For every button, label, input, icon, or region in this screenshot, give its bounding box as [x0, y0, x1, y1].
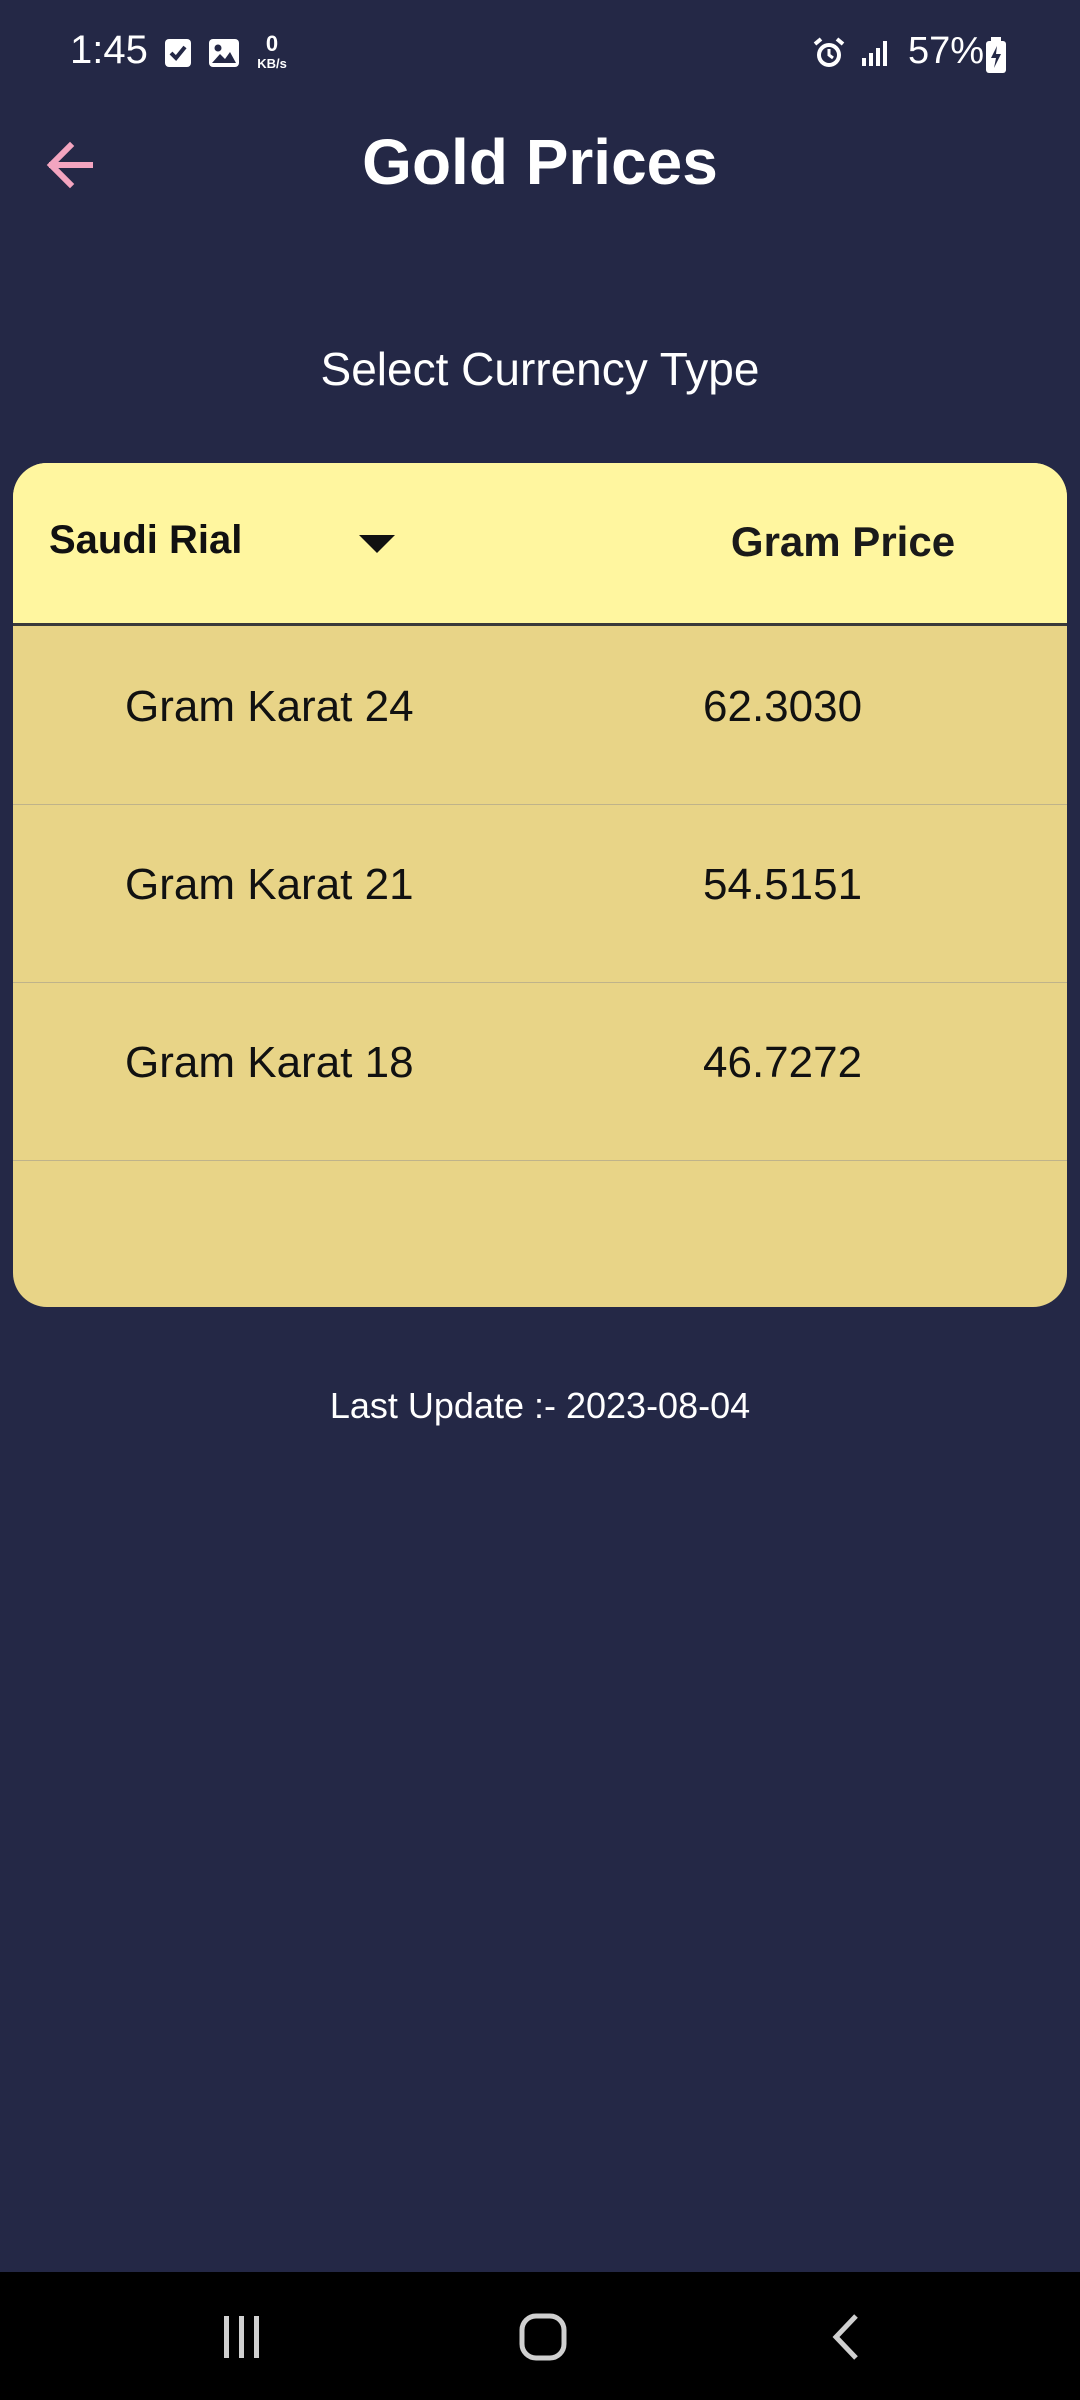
row-price: 62.3030 [703, 682, 863, 731]
row-price: 46.7272 [703, 1038, 863, 1087]
dropdown-arrow-icon [359, 535, 395, 553]
last-update-text: Last Update :- 2023-08-04 [329, 1385, 751, 1426]
network-speed: 0 KB/s [257, 31, 287, 71]
gram-price-header: Gram Price [730, 518, 956, 565]
navigation-bar [0, 2272, 1080, 2400]
battery-percent: 57% [908, 30, 985, 72]
gold-price-card: Saudi Rial Gram Price Gram Karat 24 62.3… [13, 463, 1067, 1307]
currency-section-label: Select Currency Type [320, 343, 760, 395]
row-label: Gram Karat 21 [125, 860, 414, 909]
system-back-button[interactable] [806, 2302, 886, 2372]
price-row-karat-24: Gram Karat 24 62.3030 [13, 626, 1067, 805]
checkbox-notification-icon [164, 38, 192, 73]
price-row-karat-21: Gram Karat 21 54.5151 [13, 804, 1067, 983]
system-back-icon [806, 2314, 886, 2376]
home-icon [503, 2313, 583, 2376]
battery-charging-icon [984, 36, 1008, 79]
status-bar: 1:45 0 KB/s 57% [0, 0, 1080, 110]
signal-icon [860, 38, 892, 73]
recent-apps-icon [202, 2316, 282, 2376]
row-label: Gram Karat 24 [125, 682, 414, 731]
card-header: Saudi Rial Gram Price [13, 463, 1067, 626]
recent-apps-button[interactable] [202, 2302, 282, 2372]
image-notification-icon [208, 38, 240, 73]
currency-dropdown[interactable]: Saudi Rial [13, 463, 433, 623]
home-button[interactable] [503, 2302, 583, 2372]
alarm-icon [812, 36, 846, 75]
selected-currency: Saudi Rial [49, 518, 243, 562]
status-time: 1:45 [70, 28, 148, 72]
page-title: Gold Prices [362, 126, 718, 198]
price-row-karat-18: Gram Karat 18 46.7272 [13, 982, 1067, 1161]
row-price: 54.5151 [703, 860, 863, 909]
row-label: Gram Karat 18 [125, 1038, 414, 1087]
